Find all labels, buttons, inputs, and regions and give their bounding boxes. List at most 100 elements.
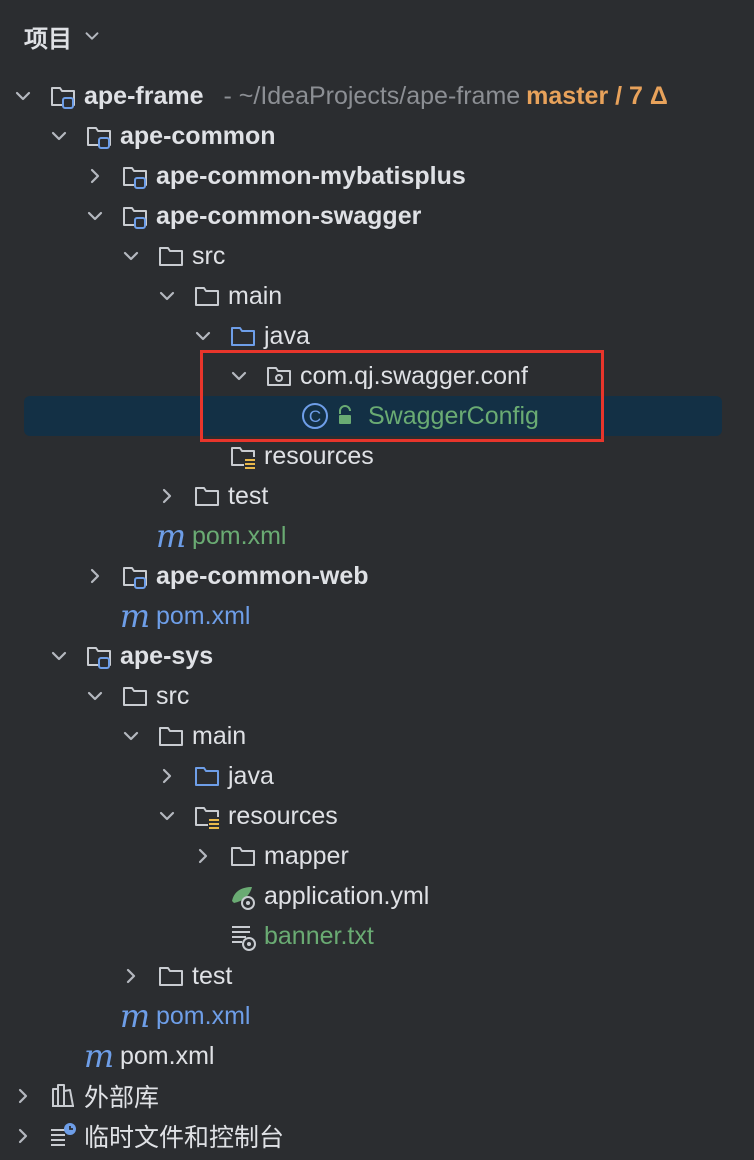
tree-item-ape-common-mybatisplus[interactable]: ape-common-mybatisplus (0, 156, 754, 196)
tree-item-main[interactable]: main (0, 276, 754, 316)
chevron-down-icon[interactable] (120, 245, 142, 267)
module-folder-icon (120, 201, 150, 231)
tree-item-label: banner.txt (264, 921, 374, 950)
chevron-down-icon[interactable] (156, 285, 178, 307)
tree-item-main[interactable]: main (0, 716, 754, 756)
tree-item-label: com.qj.swagger.conf (300, 361, 528, 390)
module-folder-icon (120, 561, 150, 591)
chevron-down-icon[interactable] (84, 685, 106, 707)
module-folder-icon (84, 641, 114, 671)
project-path: - ~/IdeaProjects/ape-frame (223, 81, 521, 110)
tree-item-ape-frame[interactable]: ape-frame - ~/IdeaProjects/ape-frame mas… (0, 76, 754, 116)
spring-config-icon (228, 881, 258, 911)
chevron-down-icon[interactable] (12, 85, 34, 107)
panel-title: 项目 (24, 25, 72, 53)
tree-item-label: resources (264, 441, 374, 470)
tree-item-mapper[interactable]: mapper (0, 836, 754, 876)
svg-text:C: C (309, 407, 321, 426)
tree-item-ape-common[interactable]: ape-common (0, 116, 754, 156)
chevron-right-icon[interactable] (156, 485, 178, 507)
chevron-right-icon[interactable] (12, 1085, 34, 1107)
source-folder-icon (192, 761, 222, 791)
chevron-down-icon[interactable] (156, 805, 178, 827)
folder-icon (120, 681, 150, 711)
tree-item-java[interactable]: java (0, 756, 754, 796)
chevron-down-icon[interactable] (228, 365, 250, 387)
tree-item-pom[interactable]: m pom.xml (0, 1036, 754, 1076)
package-icon (264, 361, 294, 391)
tree-item-test[interactable]: test (0, 956, 754, 996)
tree-item-resources[interactable]: resources (0, 796, 754, 836)
maven-icon: m (119, 597, 151, 635)
tree-item-label: java (228, 761, 274, 790)
chevron-right-icon[interactable] (84, 165, 106, 187)
tree-item-label: 临时文件和控制台 (84, 1124, 285, 1152)
tree-item-label: SwaggerConfig (368, 401, 539, 430)
tree-item-scratches[interactable]: 临时文件和控制台 (0, 1116, 754, 1156)
tree-item-label: main (192, 721, 247, 750)
tree-item-label: ape-common-mybatisplus (156, 161, 466, 190)
tree-item-label: pom.xml (156, 1001, 251, 1030)
unlock-icon (334, 401, 356, 431)
tree-item-banner-txt[interactable]: banner.txt (0, 916, 754, 956)
tree-item-ape-common-swagger[interactable]: ape-common-swagger (0, 196, 754, 236)
tree-item-pom[interactable]: m pom.xml (0, 996, 754, 1036)
maven-icon: m (83, 1037, 115, 1075)
tree-item-swagger-config[interactable]: C SwaggerConfig (0, 396, 754, 436)
library-icon (48, 1081, 78, 1111)
module-folder-icon (84, 121, 114, 151)
resources-folder-icon (228, 441, 258, 471)
chevron-down-icon[interactable] (120, 725, 142, 747)
tree-item-label: main (228, 281, 283, 310)
tree-item-ape-common-web[interactable]: ape-common-web (0, 556, 754, 596)
tree-item-label: mapper (264, 841, 349, 870)
chevron-right-icon[interactable] (120, 965, 142, 987)
tree-item-label: ape-common-web (156, 561, 369, 590)
tree-item-label: application.yml (264, 881, 430, 910)
tree-item-label: test (192, 961, 233, 990)
chevron-down-icon[interactable] (48, 125, 70, 147)
chevron-down-icon[interactable] (82, 26, 102, 46)
maven-icon: m (155, 517, 187, 555)
chevron-down-icon[interactable] (48, 645, 70, 667)
tree-item-label: 外部库 (84, 1084, 160, 1112)
tree-item-src[interactable]: src (0, 676, 754, 716)
tree-item-label: src (156, 681, 190, 710)
folder-icon (192, 481, 222, 511)
tree-item-pom[interactable]: m pom.xml (0, 596, 754, 636)
tree-item-label: ape-common-swagger (156, 201, 422, 230)
tree-item-label: pom.xml (192, 521, 287, 550)
chevron-right-icon[interactable] (192, 845, 214, 867)
class-icon: C (300, 401, 330, 431)
folder-icon (156, 961, 186, 991)
tree-item-label: pom.xml (120, 1041, 215, 1070)
chevron-down-icon[interactable] (192, 325, 214, 347)
chevron-right-icon[interactable] (84, 565, 106, 587)
tree-item-resources[interactable]: resources (0, 436, 754, 476)
folder-icon (156, 721, 186, 751)
tree-item-application-yml[interactable]: application.yml (0, 876, 754, 916)
tree-item-java[interactable]: java (0, 316, 754, 356)
tree-item-external-libraries[interactable]: 外部库 (0, 1076, 754, 1116)
tree-item-label: java (264, 321, 310, 350)
tree-item-src[interactable]: src (0, 236, 754, 276)
tree-item-package[interactable]: com.qj.swagger.conf (0, 356, 754, 396)
tree-item-ape-sys[interactable]: ape-sys (0, 636, 754, 676)
tree-item-label: resources (228, 801, 338, 830)
tree-item-test[interactable]: test (0, 476, 754, 516)
folder-icon (156, 241, 186, 271)
tree-item-label: pom.xml (156, 601, 251, 630)
chevron-down-icon[interactable] (84, 205, 106, 227)
tree-item-label: ape-frame (84, 81, 204, 110)
resources-folder-icon (192, 801, 222, 831)
tree-item-pom[interactable]: m pom.xml (0, 516, 754, 556)
module-folder-icon (120, 161, 150, 191)
git-branch-badge: master / 7 Δ (526, 81, 668, 110)
folder-icon (192, 281, 222, 311)
folder-icon (228, 841, 258, 871)
tree-item-label: ape-sys (120, 641, 214, 670)
project-panel-header[interactable]: 项目 (24, 18, 102, 54)
chevron-right-icon[interactable] (156, 765, 178, 787)
chevron-right-icon[interactable] (12, 1125, 34, 1147)
text-file-icon (228, 921, 258, 951)
